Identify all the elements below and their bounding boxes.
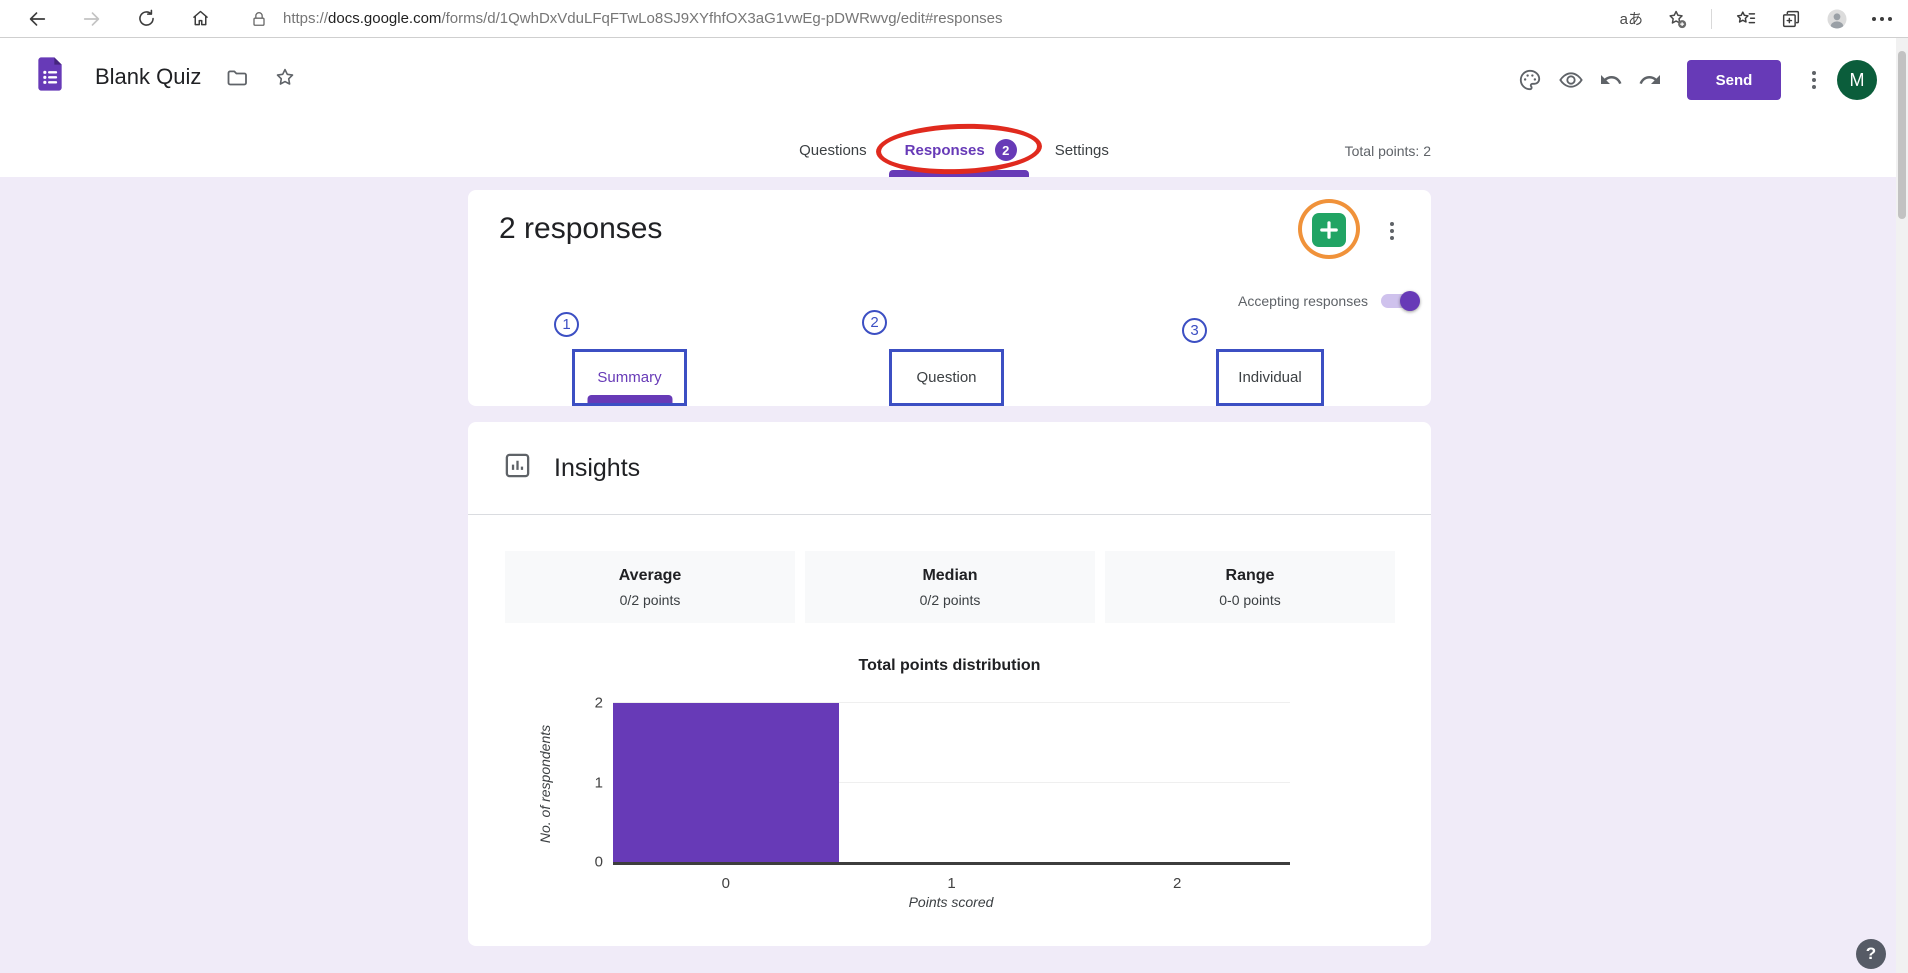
active-tab-underline [889, 170, 1029, 177]
summary-view-button[interactable]: Summary [572, 349, 687, 406]
form-tabs: Questions Responses 2 Settings [0, 123, 1908, 177]
theme-palette-icon[interactable] [1517, 67, 1543, 93]
chart: No. of respondents 012012 Points scored [468, 681, 1431, 916]
individual-view-button[interactable]: Individual [1216, 349, 1324, 406]
annotation-number-1: 1 [554, 312, 579, 337]
send-button[interactable]: Send [1687, 60, 1781, 100]
settings-more-icon[interactable] [1872, 17, 1892, 21]
lock-icon[interactable] [249, 9, 269, 29]
y-tick-label: 2 [583, 696, 603, 711]
view-in-sheets-icon[interactable] [1312, 213, 1346, 247]
page-scrollbar[interactable] [1896, 38, 1908, 973]
profile-icon[interactable] [1825, 7, 1849, 31]
chart-plot: 012012 [613, 703, 1290, 865]
stats-row: Average 0/2 points Median 0/2 points Ran… [505, 551, 1395, 623]
translate-icon[interactable]: aあ [1620, 8, 1643, 29]
question-view-button[interactable]: Question [889, 349, 1004, 406]
add-favorite-icon[interactable] [1666, 8, 1688, 30]
collections-icon[interactable] [1780, 8, 1802, 30]
responses-kebab-menu-icon[interactable] [1384, 216, 1400, 246]
responses-title: 2 responses [499, 212, 662, 246]
account-avatar[interactable]: M [1837, 60, 1877, 100]
url-text: https://docs.google.com/forms/d/1QwhDxVd… [283, 10, 1003, 27]
undo-icon[interactable] [1599, 68, 1623, 92]
address-bar[interactable]: https://docs.google.com/forms/d/1QwhDxVd… [249, 9, 1620, 29]
back-icon[interactable] [26, 8, 48, 30]
main-content: 2 responses Accepting responses 1 2 3 Su… [0, 177, 1908, 973]
chart-title: Total points distribution [468, 657, 1431, 675]
form-title: Blank Quiz [95, 64, 201, 90]
tab-responses[interactable]: Responses 2 [903, 123, 1019, 177]
toolbar-divider [1711, 9, 1712, 29]
browser-toolbar: https://docs.google.com/forms/d/1QwhDxVd… [0, 0, 1908, 38]
chart-x-axis-label: Points scored [909, 894, 994, 910]
y-tick-label: 0 [583, 855, 603, 870]
responses-count-badge: 2 [995, 139, 1017, 161]
star-icon[interactable] [273, 65, 297, 89]
annotation-number-3: 3 [1182, 318, 1207, 343]
x-tick-label: 1 [947, 875, 955, 892]
annotation-number-2: 2 [862, 310, 887, 335]
stat-median: Median 0/2 points [805, 551, 1095, 623]
forms-header: Blank Quiz Send M Questions Responses 2 [0, 38, 1908, 177]
help-button[interactable]: ? [1856, 939, 1886, 969]
preview-eye-icon[interactable] [1558, 67, 1584, 93]
bar-0 [613, 703, 839, 862]
tab-questions[interactable]: Questions [797, 123, 869, 177]
tab-settings[interactable]: Settings [1053, 123, 1111, 177]
move-folder-icon[interactable] [225, 65, 249, 89]
header-kebab-menu-icon[interactable] [1806, 65, 1822, 95]
accepting-responses-toggle[interactable] [1381, 294, 1417, 308]
forward-icon[interactable] [81, 8, 103, 30]
chart-y-axis-label: No. of respondents [537, 725, 553, 843]
favorites-bar-icon[interactable] [1735, 8, 1757, 30]
home-icon[interactable] [190, 8, 211, 29]
forms-logo-icon[interactable] [30, 54, 70, 99]
toggle-knob [1400, 291, 1420, 311]
responses-card: 2 responses Accepting responses 1 2 3 Su… [468, 190, 1431, 406]
insights-title: Insights [554, 454, 640, 483]
redo-icon[interactable] [1638, 68, 1662, 92]
refresh-icon[interactable] [136, 8, 157, 29]
insights-chart-icon [503, 451, 532, 485]
insights-card: Insights Average 0/2 points Median 0/2 p… [468, 422, 1431, 946]
scrollbar-thumb[interactable] [1898, 51, 1906, 219]
stat-average: Average 0/2 points [505, 551, 795, 623]
x-tick-label: 2 [1173, 875, 1181, 892]
x-tick-label: 0 [722, 875, 730, 892]
y-tick-label: 1 [583, 775, 603, 790]
total-points: Total points: 2 [1345, 143, 1431, 159]
accepting-responses-label: Accepting responses [1238, 293, 1368, 309]
active-view-indicator [587, 395, 672, 403]
stat-range: Range 0-0 points [1105, 551, 1395, 623]
